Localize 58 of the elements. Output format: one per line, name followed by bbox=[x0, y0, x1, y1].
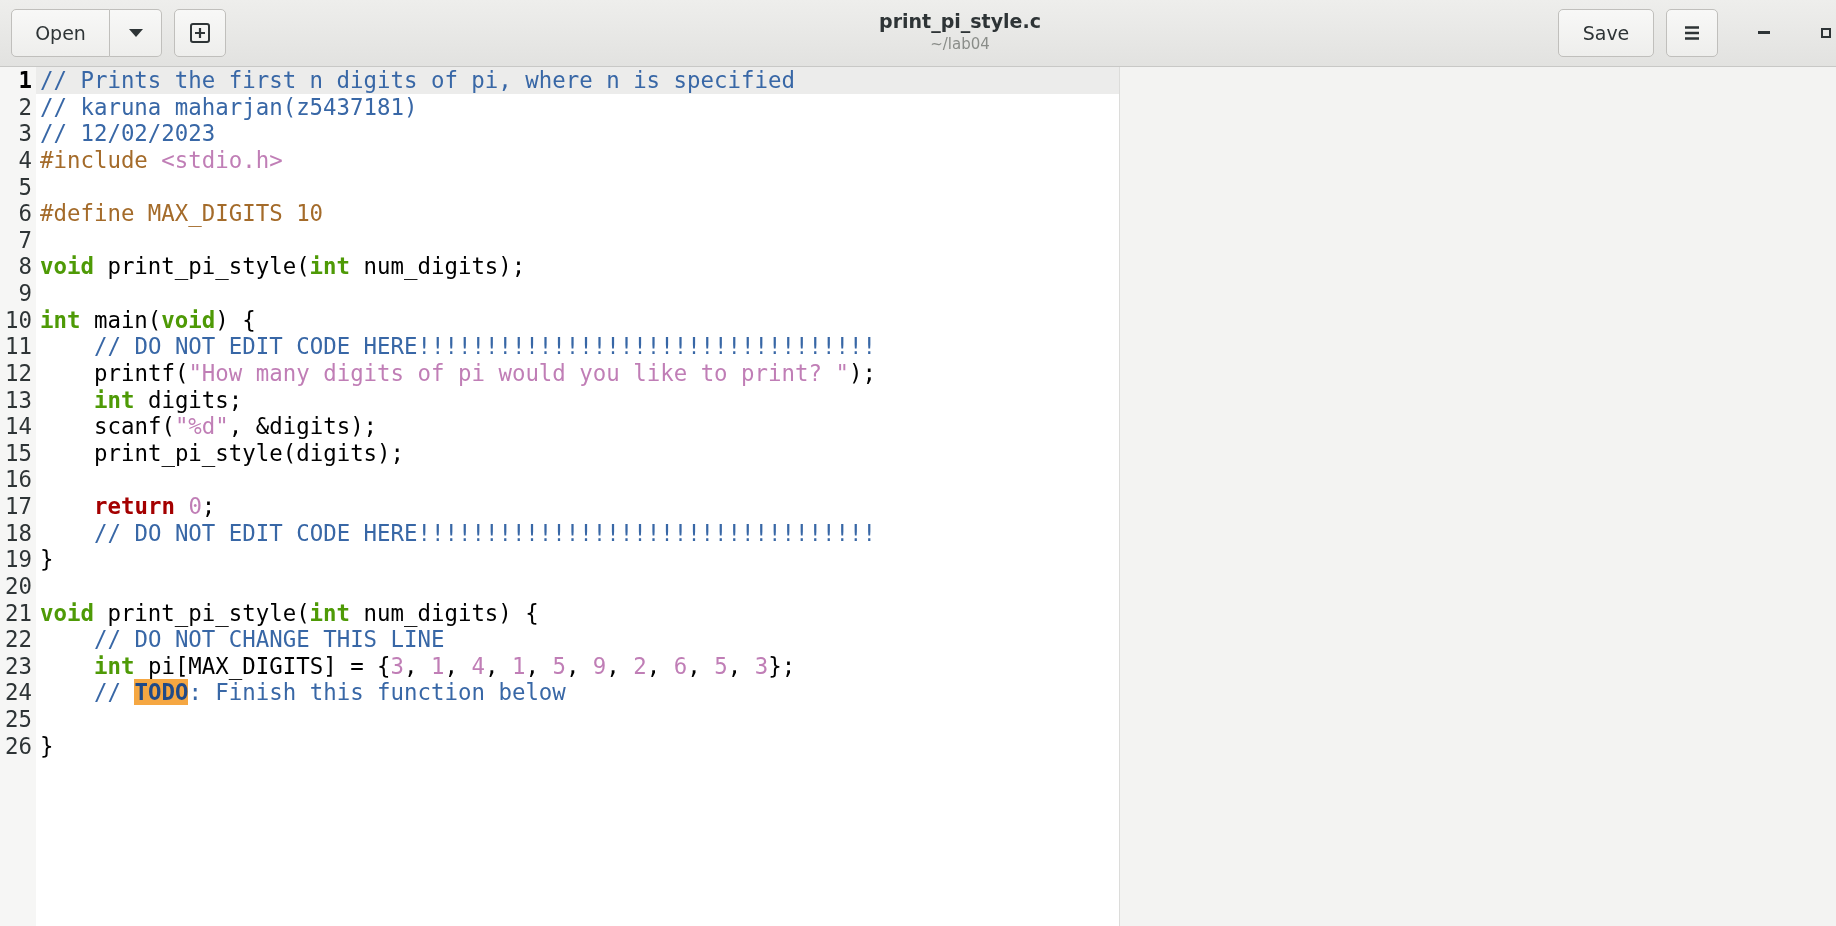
line-number: 13 bbox=[4, 386, 33, 414]
line-number: 7 bbox=[17, 226, 33, 254]
line-number: 2 bbox=[17, 93, 33, 121]
code-line: print_pi_style(digits); bbox=[93, 439, 405, 466]
line-number: 25 bbox=[4, 706, 33, 733]
code-line: // DO NOT CHANGE THIS LINE bbox=[93, 626, 445, 653]
code-line: int main(void) { bbox=[40, 306, 256, 333]
line-number: 14 bbox=[4, 413, 33, 440]
code-line: int digits; bbox=[93, 386, 243, 413]
line-number: 10 bbox=[4, 306, 33, 334]
code-line: void print_pi_style(int num_digits) { bbox=[40, 599, 539, 626]
line-number: 16 bbox=[4, 466, 33, 493]
line-number: 22 bbox=[4, 626, 33, 653]
code-line: printf("How many digits of pi would you like to print? "); bbox=[93, 359, 876, 386]
maximize-icon bbox=[1821, 28, 1831, 38]
line-number: 26 bbox=[4, 732, 33, 760]
menu-icon bbox=[1683, 25, 1701, 41]
code-line: return 0; bbox=[93, 493, 216, 519]
code-line: // DO NOT EDIT CODE HERE!!!!!!!!!!!!!!!!!!!!!!!!!!!!!!!!!! bbox=[93, 333, 876, 360]
code-line: // 12/02/2023 bbox=[40, 120, 216, 147]
window-subtitle: ~/lab04 bbox=[929, 35, 991, 53]
code-line: void print_pi_style(int num_digits); bbox=[40, 253, 526, 280]
save-button[interactable]: Save bbox=[1558, 9, 1654, 57]
code-line: #define MAX_DIGITS 10 bbox=[40, 200, 324, 227]
line-number: 18 bbox=[4, 519, 33, 547]
line-number: 24 bbox=[4, 679, 33, 706]
window-title: print_pi_style.c bbox=[878, 10, 1042, 32]
line-number: 4 bbox=[17, 146, 33, 174]
code-line: } bbox=[40, 732, 54, 759]
line-number: 11 bbox=[4, 333, 33, 360]
line-number: 5 bbox=[17, 173, 33, 201]
line-number: 23 bbox=[4, 652, 33, 680]
minimize-icon bbox=[1758, 31, 1770, 35]
code-line: scanf("%d", &digits); bbox=[93, 413, 378, 440]
code-line: int pi[MAX_DIGITS] = {3, 1, 4, 1, 5, 9, 2, 6, 5, 3}; bbox=[93, 652, 796, 679]
line-number: 3 bbox=[17, 120, 33, 147]
code-line: } bbox=[40, 546, 54, 573]
line-number: 17 bbox=[4, 493, 33, 520]
new-document-button[interactable] bbox=[174, 9, 226, 57]
line-number: 19 bbox=[4, 546, 33, 573]
code-line: #include <stdio.h> bbox=[40, 146, 283, 173]
line-number: 6 bbox=[17, 200, 33, 227]
plus-square-icon bbox=[189, 22, 211, 44]
code-line: // DO NOT EDIT CODE HERE!!!!!!!!!!!!!!!!!!!!!!!!!!!!!!!!!! bbox=[93, 519, 876, 546]
line-number: 12 bbox=[4, 359, 33, 387]
line-number: 1 bbox=[17, 67, 33, 94]
open-button[interactable]: Open bbox=[11, 9, 110, 57]
line-number: 8 bbox=[17, 253, 33, 280]
dropdown-button[interactable] bbox=[110, 9, 162, 57]
code-line: // karuna maharjan(z5437181) bbox=[40, 93, 418, 120]
code-line: // Prints the first n digits of pi, where n is specified bbox=[40, 67, 795, 93]
line-number: 9 bbox=[17, 280, 33, 307]
line-number: 21 bbox=[4, 599, 33, 627]
line-number: 20 bbox=[4, 572, 33, 600]
menu-button[interactable] bbox=[1666, 9, 1718, 57]
code-line: // TODO: Finish this function below bbox=[93, 679, 566, 706]
caret-icon bbox=[127, 28, 144, 38]
line-number: 15 bbox=[4, 439, 33, 467]
